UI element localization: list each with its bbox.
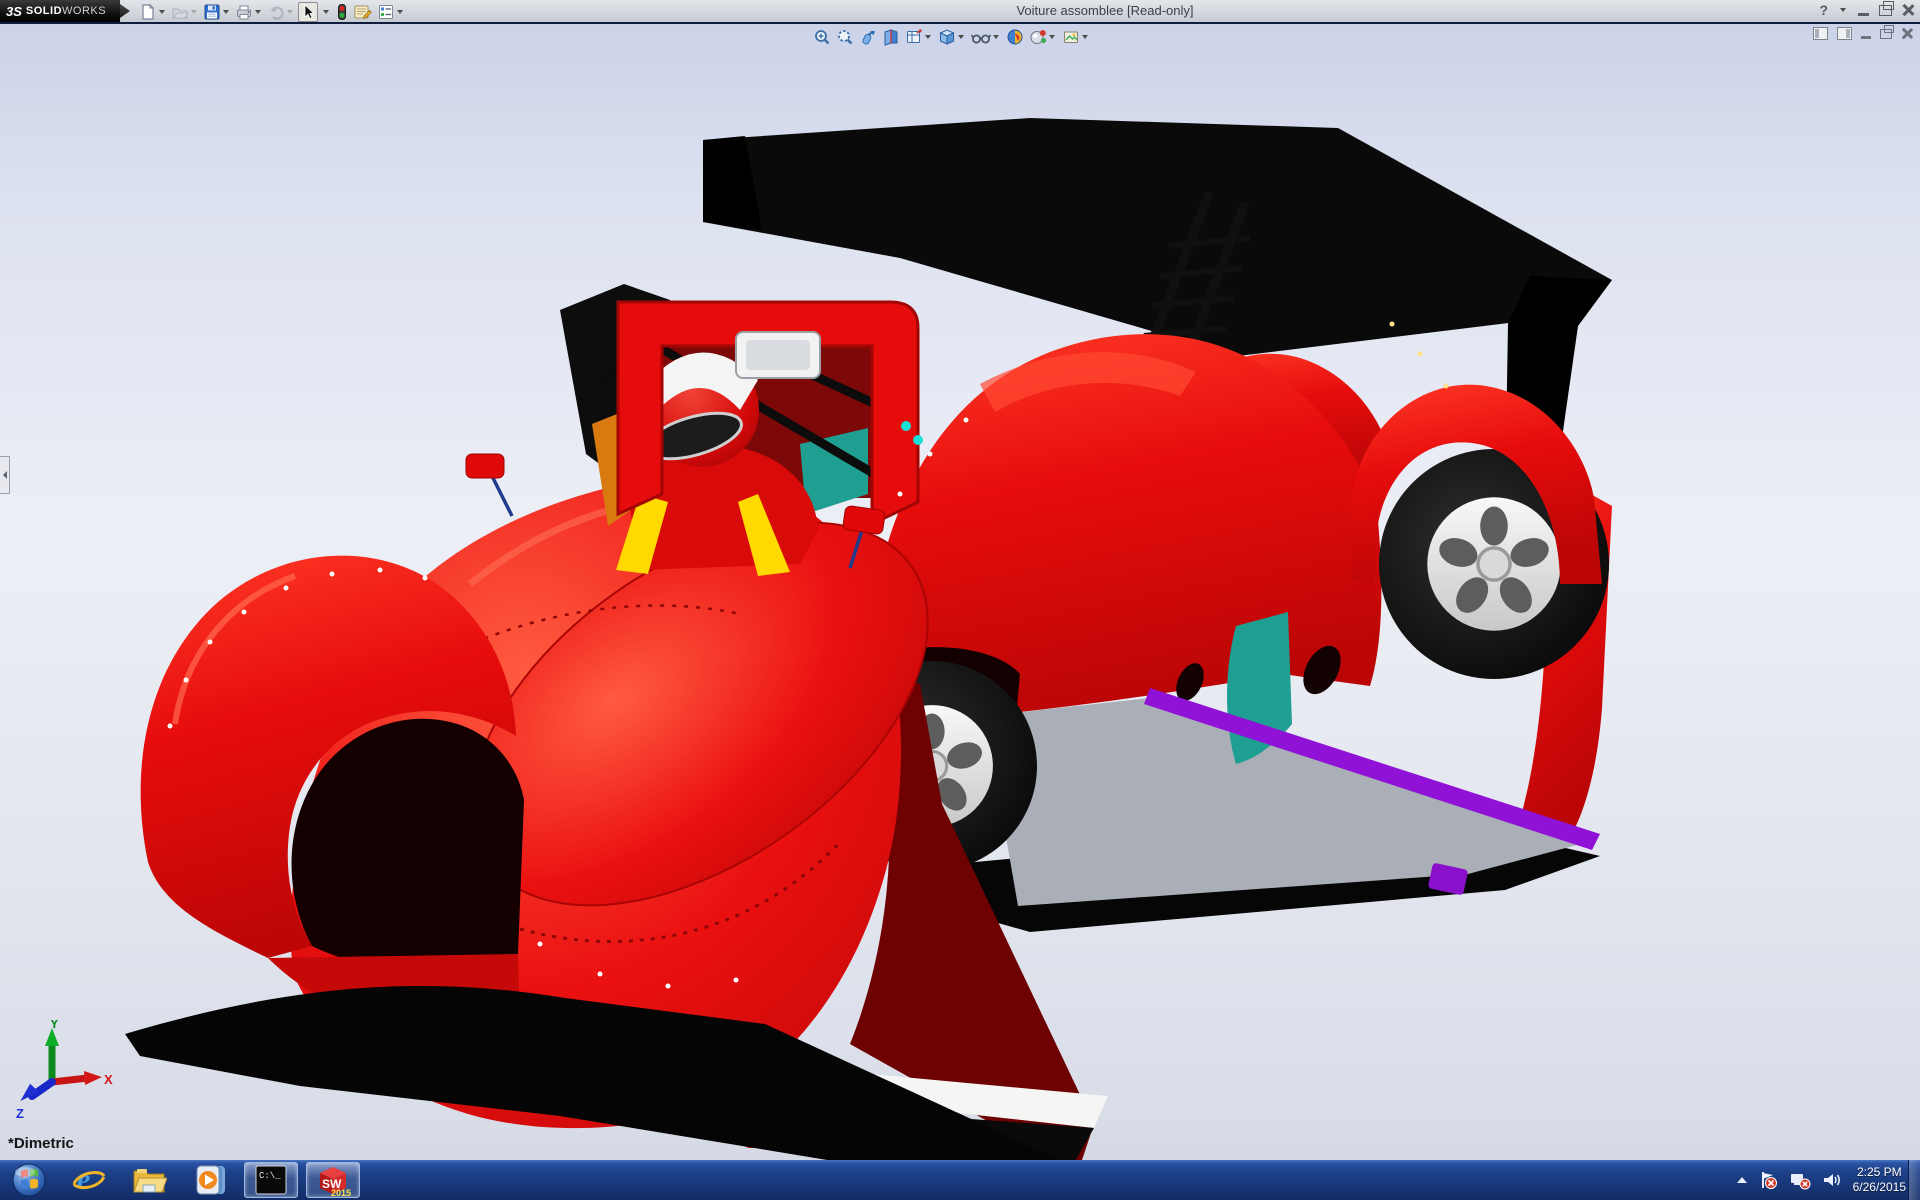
windows-taskbar: e C:\_ SW 2015 <box>0 1160 1920 1200</box>
document-window-controls <box>1813 27 1912 40</box>
new-document-icon <box>139 3 157 21</box>
pane-left-icon[interactable] <box>1813 27 1828 40</box>
media-player-icon <box>194 1163 228 1197</box>
document-close-button[interactable] <box>1901 28 1912 39</box>
folder-icon <box>131 1163 167 1197</box>
open-button[interactable] <box>170 2 200 22</box>
svg-text:C:\_: C:\_ <box>259 1171 281 1181</box>
view-settings-button[interactable] <box>1028 27 1058 47</box>
system-tray: 2:25 PM 6/26/2015 <box>1737 1160 1906 1200</box>
zoom-to-area-icon <box>836 28 854 46</box>
apply-scene-globe-icon <box>1006 28 1024 46</box>
taskbar-clock[interactable]: 2:25 PM 6/26/2015 <box>1853 1165 1906 1195</box>
apply-scene-button[interactable] <box>1005 27 1025 47</box>
view-orientation-button[interactable] <box>904 27 934 47</box>
display-style-cube-icon <box>938 28 956 46</box>
reference-triad[interactable]: Y X Z <box>14 1020 114 1120</box>
show-hidden-icons-button[interactable] <box>1737 1177 1747 1183</box>
close-button[interactable] <box>1902 4 1914 16</box>
zoom-to-area-button[interactable] <box>835 27 855 47</box>
taskbar-internet-explorer[interactable]: e <box>66 1162 112 1198</box>
zoom-to-fit-button[interactable] <box>812 27 832 47</box>
brand-solid: SOLID <box>26 5 62 17</box>
internet-explorer-icon: e <box>72 1163 106 1197</box>
view-orientation-label: *Dimetric <box>8 1135 74 1152</box>
cad-model-race-car[interactable] <box>0 24 1920 1160</box>
triad-x-label: X <box>104 1072 113 1087</box>
help-icon[interactable]: ? <box>1819 2 1828 18</box>
new-document-button[interactable] <box>138 2 168 22</box>
hide-show-glasses-icon <box>971 28 991 46</box>
menu-flyout-arrow-icon[interactable] <box>120 4 130 18</box>
undo-button[interactable] <box>266 2 296 22</box>
solidworks-logo: 3S SOLIDWORKS <box>0 0 120 22</box>
action-center-icon[interactable] <box>1758 1170 1778 1190</box>
options-icon <box>377 3 395 21</box>
headsup-view-toolbar <box>812 26 1091 48</box>
network-icon[interactable] <box>1789 1170 1811 1190</box>
standard-toolbar <box>138 1 406 23</box>
volume-icon[interactable] <box>1822 1170 1842 1190</box>
panel-splitter-tab[interactable] <box>0 456 10 494</box>
undo-icon <box>267 3 285 21</box>
save-icon <box>203 3 221 21</box>
open-icon <box>171 3 189 21</box>
taskbar-command-prompt[interactable]: C:\_ <box>244 1162 298 1198</box>
select-button[interactable] <box>298 2 318 22</box>
view-orientation-icon <box>905 28 923 46</box>
rotate-options-button[interactable] <box>1061 27 1091 47</box>
file-properties-button[interactable] <box>352 2 374 22</box>
pane-right-icon[interactable] <box>1837 27 1852 40</box>
model-left-fender[interactable] <box>141 556 524 1032</box>
window-title: Voiture assomblee [Read-only] <box>400 0 1810 22</box>
save-button[interactable] <box>202 2 232 22</box>
rotate-options-icon <box>1062 28 1080 46</box>
help-dropdown-icon[interactable] <box>1840 8 1846 12</box>
show-desktop-button[interactable] <box>1908 1160 1920 1200</box>
triad-z-label: Z <box>16 1106 24 1120</box>
print-icon <box>235 3 253 21</box>
brand-works: WORKS <box>62 5 106 17</box>
select-cursor-icon <box>300 3 316 21</box>
file-properties-icon <box>353 3 373 21</box>
taskbar-solidworks-2015[interactable]: SW 2015 <box>306 1162 360 1198</box>
command-prompt-icon: C:\_ <box>255 1165 287 1195</box>
hide-show-items-button[interactable] <box>970 27 1002 47</box>
solidworks-2015-icon: SW 2015 <box>314 1163 352 1197</box>
clock-date: 6/26/2015 <box>1853 1180 1906 1195</box>
section-view-button[interactable] <box>881 27 901 47</box>
rebuild-button[interactable] <box>334 2 350 22</box>
svg-text:e: e <box>77 1163 90 1196</box>
start-button[interactable] <box>6 1162 52 1198</box>
document-minimize-button[interactable] <box>1861 36 1871 39</box>
document-restore-button[interactable] <box>1880 29 1892 39</box>
restore-button[interactable] <box>1879 5 1892 16</box>
graphics-viewport[interactable]: Y X Z *Dimetric <box>0 24 1920 1160</box>
display-style-button[interactable] <box>937 27 967 47</box>
titlebar: 3S SOLIDWORKS <box>0 0 1920 24</box>
previous-view-button[interactable] <box>858 27 878 47</box>
minimize-button[interactable] <box>1858 13 1869 16</box>
triad-y-label: Y <box>50 1020 59 1031</box>
taskbar-windows-explorer[interactable] <box>126 1162 172 1198</box>
start-orb-icon <box>11 1162 47 1198</box>
previous-view-icon <box>859 28 877 46</box>
dassault-logo-icon: 3S <box>6 4 22 19</box>
svg-text:2015: 2015 <box>331 1188 351 1197</box>
clock-time: 2:25 PM <box>1853 1165 1906 1180</box>
view-settings-sphere-icon <box>1029 28 1047 46</box>
section-view-icon <box>882 28 900 46</box>
zoom-to-fit-icon <box>813 28 831 46</box>
print-button[interactable] <box>234 2 264 22</box>
app-window-controls: ? <box>1819 2 1914 18</box>
taskbar-media-player[interactable] <box>188 1162 234 1198</box>
rebuild-traffic-light-icon <box>335 3 349 21</box>
select-dropdown[interactable] <box>320 2 332 22</box>
